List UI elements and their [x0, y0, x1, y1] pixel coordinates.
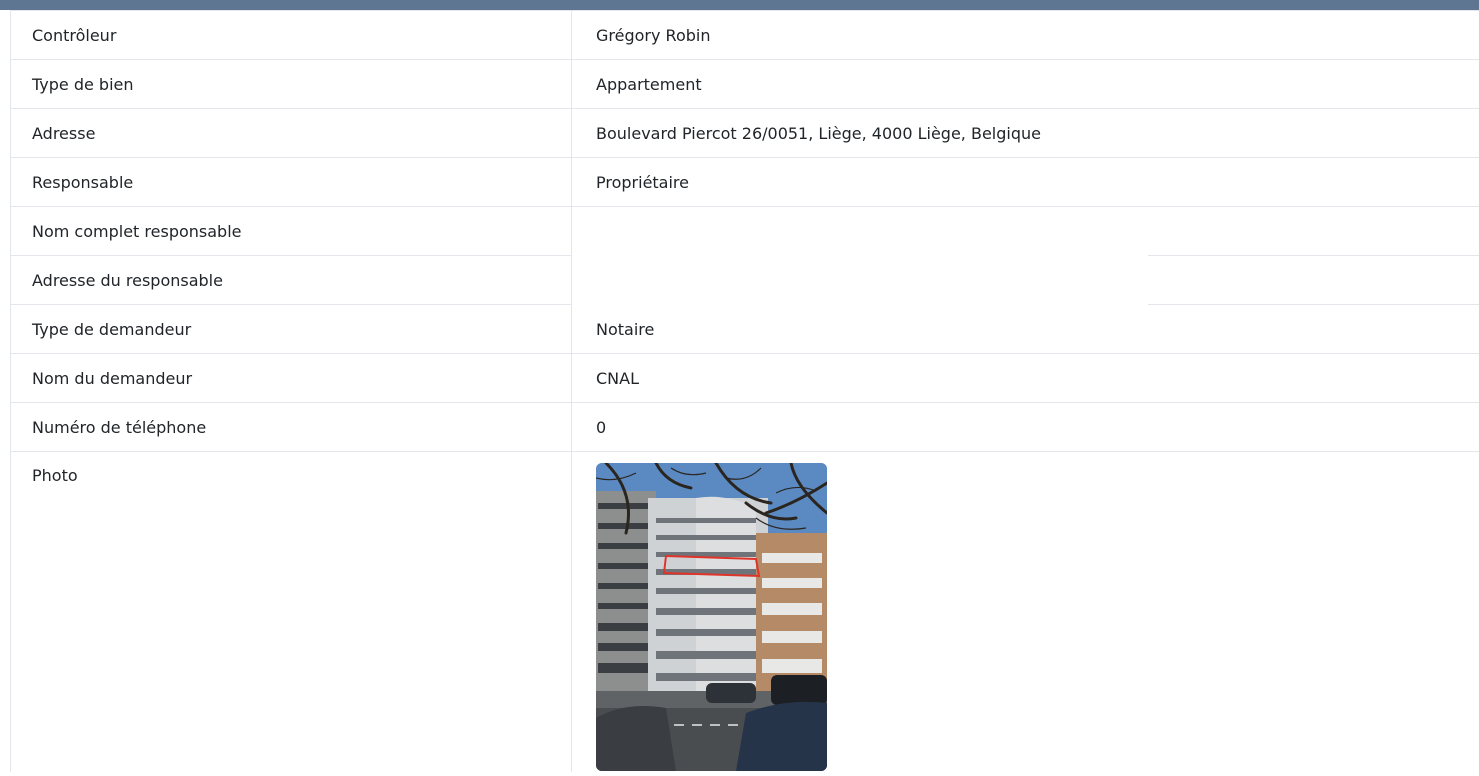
row-label: Adresse du responsable — [11, 256, 572, 304]
details-table: Contrôleur Grégory Robin Type de bien Ap… — [10, 10, 1479, 772]
row-label: Nom complet responsable — [11, 207, 572, 255]
row-label: Photo — [11, 452, 572, 772]
table-row: Nom complet responsable — [10, 207, 1479, 306]
table-row: Responsable Propriétaire — [10, 158, 1479, 207]
row-value: Notaire — [596, 319, 655, 339]
table-row: Nom du demandeur CNAL — [10, 354, 1479, 403]
row-label: Nom du demandeur — [11, 354, 572, 402]
row-label: Type de demandeur — [11, 305, 572, 353]
row-value: Grégory Robin — [596, 25, 711, 45]
table-row: Contrôleur Grégory Robin — [10, 11, 1479, 60]
table-row: Adresse Boulevard Piercot 26/0051, Liège… — [10, 109, 1479, 158]
row-value-redacted — [572, 207, 1479, 306]
table-row: Type de demandeur Notaire — [10, 305, 1479, 354]
row-label: Adresse — [11, 109, 572, 157]
row-value: Boulevard Piercot 26/0051, Liège, 4000 L… — [596, 123, 1041, 143]
row-value: Propriétaire — [596, 172, 689, 192]
row-label: Type de bien — [11, 60, 572, 108]
table-row: Numéro de téléphone 0 — [10, 403, 1479, 452]
redaction-mask — [572, 207, 1148, 306]
row-value: Appartement — [596, 74, 702, 94]
detail-page: Contrôleur Grégory Robin Type de bien Ap… — [0, 0, 1479, 776]
table-row-photo: Photo — [10, 452, 1479, 772]
row-label: Numéro de téléphone — [11, 403, 572, 451]
header-bar — [0, 0, 1479, 10]
row-label: Responsable — [11, 158, 572, 206]
building-photo[interactable] — [596, 463, 827, 771]
row-label: Contrôleur — [11, 11, 572, 59]
row-value — [572, 452, 1479, 772]
row-value: CNAL — [596, 368, 639, 388]
row-value: 0 — [596, 417, 607, 437]
table-row: Type de bien Appartement — [10, 60, 1479, 109]
